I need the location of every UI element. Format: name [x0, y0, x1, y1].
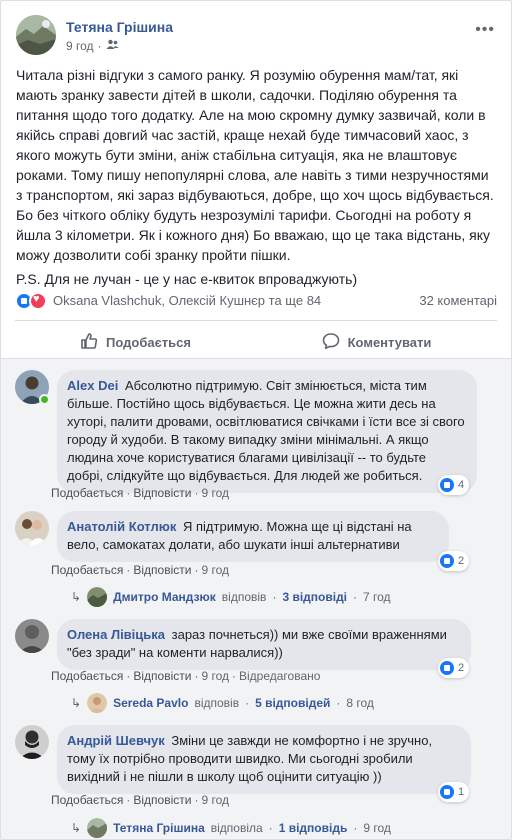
- comment-bubble: Олена Лівіцька зараз почнеться)) ми вже …: [57, 619, 471, 670]
- comment-reply-link[interactable]: Відповісти: [133, 486, 191, 500]
- like-reaction-icon: [440, 478, 454, 492]
- reply-time: 8 год: [346, 696, 374, 710]
- commenter-avatar[interactable]: [15, 725, 49, 759]
- post-time[interactable]: 9 год: [66, 39, 94, 53]
- comment-bubble: Alex Dei Абсолютно підтримую. Світ зміню…: [57, 370, 477, 493]
- friends-audience-icon[interactable]: [106, 39, 119, 53]
- comment-reply-link[interactable]: Відповісти: [133, 793, 191, 807]
- reply-author-name[interactable]: Тетяна Грішина: [113, 821, 205, 835]
- view-replies-row[interactable]: ↳ Sereda Pavlo відповів · 5 відповідей ·…: [71, 693, 374, 713]
- reply-verb: відповів: [221, 590, 267, 604]
- reply-count[interactable]: 1 відповідь: [279, 821, 348, 835]
- comment-like-link[interactable]: Подобається: [51, 486, 123, 500]
- comment-time[interactable]: 9 год: [201, 793, 229, 807]
- commenter-avatar[interactable]: [15, 619, 49, 653]
- comment-bubble: Андрій Шевчук Зміни це завжди не комфорт…: [57, 725, 471, 794]
- post-paragraph: P.S. Для не лучан - це у нас е-квиток вп…: [16, 271, 358, 287]
- comment-time[interactable]: 9 год: [201, 669, 229, 683]
- post-paragraph: Читала різні відгуки з самого ранку. Я р…: [16, 67, 494, 263]
- like-reaction-icon: [440, 554, 454, 568]
- post-card: Тетяна Грішина 9 год · ••• Читала різні …: [0, 0, 512, 840]
- reply-verb: відповів: [194, 696, 240, 710]
- reply-author-avatar: [87, 693, 108, 713]
- comment-like-link[interactable]: Подобається: [51, 793, 123, 807]
- post-meta: 9 год ·: [66, 39, 119, 53]
- comment-bubble-icon: [322, 332, 340, 353]
- author-avatar[interactable]: [16, 15, 56, 55]
- comment-actions: Подобається · Відповісти · 9 год: [51, 563, 229, 577]
- reply-time: 7 год: [363, 590, 391, 604]
- comment-reply-link[interactable]: Відповісти: [133, 669, 191, 683]
- post-author-name[interactable]: Тетяна Грішина: [66, 19, 173, 35]
- comment-actions: Подобається · Відповісти · 9 год: [51, 793, 229, 807]
- commenter-avatar[interactable]: [15, 511, 49, 545]
- reply-arrow-icon: ↳: [71, 590, 82, 604]
- reply-author-avatar: [87, 587, 108, 607]
- post-body: Читала різні відгуки з самого ранку. Я р…: [16, 65, 497, 293]
- reply-author-name[interactable]: Дмитро Мандзюк: [113, 590, 216, 604]
- comment-reaction-count[interactable]: 4: [438, 475, 470, 495]
- reply-arrow-icon: ↳: [71, 821, 82, 835]
- comments-count[interactable]: 32 коментарі: [419, 293, 497, 308]
- reply-count[interactable]: 3 відповіді: [282, 590, 347, 604]
- reply-verb: відповіла: [210, 821, 263, 835]
- comment-like-link[interactable]: Подобається: [51, 669, 123, 683]
- view-replies-row[interactable]: ↳ Тетяна Грішина відповіла · 1 відповідь…: [71, 818, 391, 838]
- thumbs-up-icon: [80, 332, 98, 353]
- comment-text: Абсолютно підтримую. Світ змінюється, мі…: [67, 378, 465, 483]
- reply-arrow-icon: ↳: [71, 696, 82, 710]
- reactions-summary: Oksana Vlashchuk, Олексій Кушнєр та ще 8…: [15, 291, 497, 311]
- commenter-name[interactable]: Анатолій Котлюк: [67, 519, 176, 534]
- love-reaction-icon: [29, 292, 47, 310]
- comment-time[interactable]: 9 год: [201, 563, 229, 577]
- post-header: Тетяна Грішина 9 год · •••: [16, 15, 501, 59]
- like-button[interactable]: Подобається: [15, 326, 256, 358]
- commenter-name[interactable]: Андрій Шевчук: [67, 733, 165, 748]
- comment-like-link[interactable]: Подобається: [51, 563, 123, 577]
- view-replies-row[interactable]: ↳ Дмитро Мандзюк відповів · 3 відповіді …: [71, 587, 391, 607]
- commenter-name[interactable]: Alex Dei: [67, 378, 118, 393]
- post-actions: Подобається Коментувати: [15, 326, 497, 358]
- comment-actions: Подобається · Відповісти · 9 год: [51, 486, 229, 500]
- reply-time: 9 год: [363, 821, 391, 835]
- online-status-indicator: [39, 394, 50, 405]
- reply-count[interactable]: 5 відповідей: [255, 696, 330, 710]
- divider: [15, 320, 497, 321]
- reaction-names[interactable]: Oksana Vlashchuk, Олексій Кушнєр та ще 8…: [53, 293, 321, 308]
- comment-bubble: Анатолій Котлюк Я підтримую. Можна ще ці…: [57, 511, 449, 562]
- reply-author-avatar: [87, 818, 108, 838]
- reply-author-name[interactable]: Sereda Pavlo: [113, 696, 188, 710]
- comment-reply-link[interactable]: Відповісти: [133, 563, 191, 577]
- commenter-name[interactable]: Олена Лівіцька: [67, 627, 165, 642]
- comment-reaction-count[interactable]: 2: [438, 658, 470, 678]
- like-reaction-icon: [440, 785, 454, 799]
- comment-time[interactable]: 9 год: [201, 486, 229, 500]
- comment-reaction-count[interactable]: 1: [438, 782, 470, 802]
- comment-button[interactable]: Коментувати: [256, 326, 497, 358]
- comment-reaction-count[interactable]: 2: [438, 551, 470, 571]
- reaction-icons[interactable]: [15, 292, 57, 310]
- more-options-icon[interactable]: •••: [475, 21, 495, 39]
- edited-label[interactable]: Відредаговано: [239, 669, 320, 683]
- like-button-label: Подобається: [106, 334, 191, 350]
- like-reaction-icon: [440, 661, 454, 675]
- comment-actions: Подобається · Відповісти · 9 год · Відредагова…: [51, 669, 321, 683]
- comment-button-label: Коментувати: [347, 334, 432, 350]
